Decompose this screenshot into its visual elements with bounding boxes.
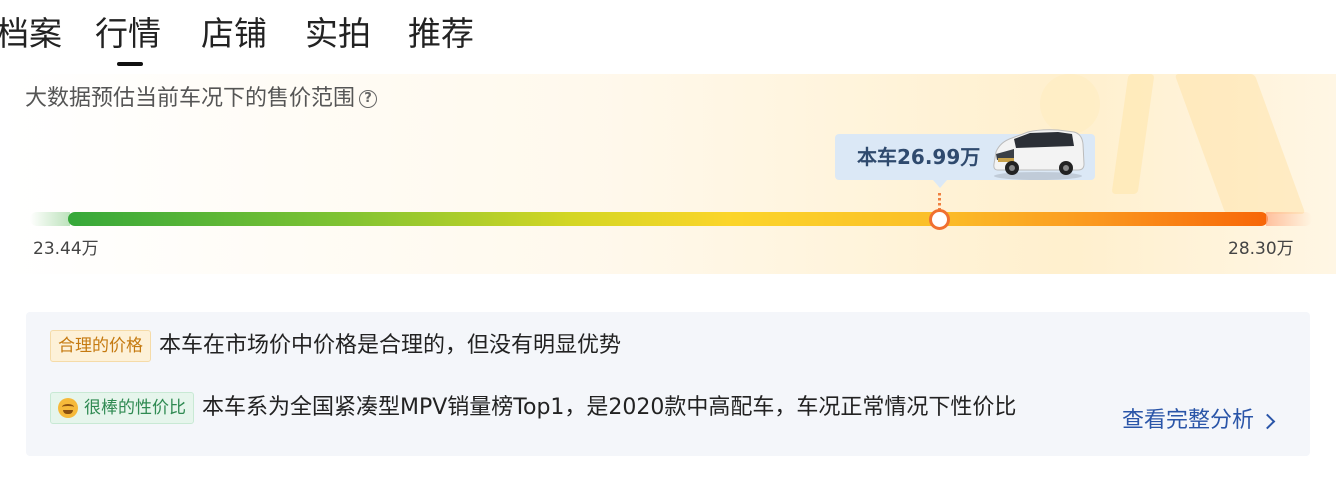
price-range-subtitle: 大数据预估当前车况下的售价范围 ? [25,84,378,114]
analysis-row-value: 很棒的性价比 本车系为全国紧凑型MPV销量榜Top1，是2020款中高配车，车况… [50,392,1090,424]
page: 档案 行情 店铺 实拍 推荐 大数据预估当前车况下的售价范围 ? 本车26.99… [0,0,1336,484]
current-price-marker [929,209,950,230]
car-thumbnail [993,129,1085,180]
great-value-tag: 很棒的性价比 [50,392,194,424]
analysis-row-text: 本车系为全国紧凑型MPV销量榜Top1，是2020款中高配车，车况正常情况下性价… [202,395,1017,420]
question-circle-icon[interactable]: ? [359,90,378,108]
price-analysis-card: 合理的价格 本车在市场价中价格是合理的，但没有明显优势 很棒的性价比 本车系为全… [26,312,1310,456]
analysis-row-text: 本车在市场价中价格是合理的，但没有明显优势 [159,333,622,358]
price-range-subtitle-text: 大数据预估当前车况下的售价范围 [25,86,356,111]
price-bar-fade-right [1266,212,1312,226]
price-bar-fade-left [30,212,70,226]
tab-store[interactable]: 店铺 [201,12,267,56]
min-price-label: 23.44万 [33,239,99,259]
reasonable-price-tag: 合理的价格 [50,330,151,362]
tab-archive[interactable]: 档案 [0,12,62,56]
analysis-row-price: 合理的价格 本车在市场价中价格是合理的，但没有明显优势 [50,330,621,362]
current-price-label: 本车26.99万 [857,145,981,169]
view-full-analysis-label: 查看完整分析 [1122,408,1255,433]
chevron-right-icon [1259,413,1276,430]
tab-recommend[interactable]: 推荐 [408,12,474,56]
smile-emoji-icon [58,398,78,418]
price-range-bar [68,212,1268,226]
tab-market[interactable]: 行情 [95,12,161,66]
tab-photos[interactable]: 实拍 [305,12,371,56]
great-value-tag-label: 很棒的性价比 [84,398,186,418]
view-full-analysis-link[interactable]: 查看完整分析 [1122,406,1276,436]
max-price-label: 28.30万 [1228,239,1294,259]
